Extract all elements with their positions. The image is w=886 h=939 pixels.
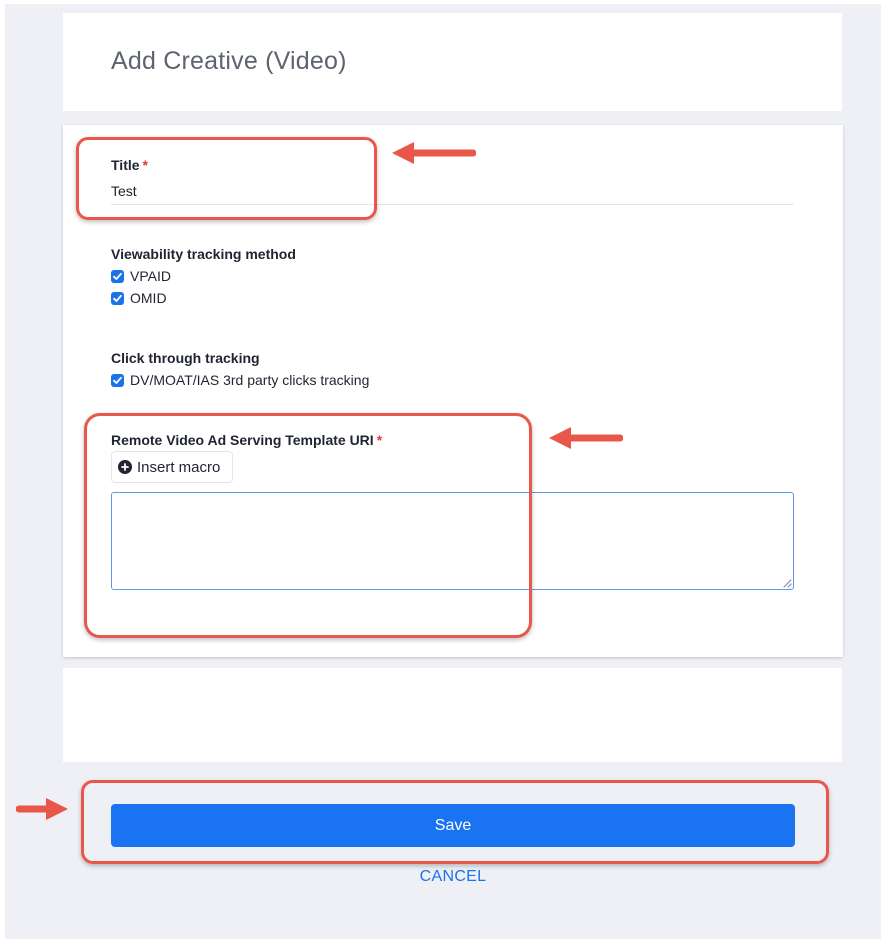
third-party-clicks-label: DV/MOAT/IAS 3rd party clicks tracking [130, 372, 370, 388]
cancel-link[interactable]: CANCEL [0, 868, 886, 886]
checkbox-checked-icon[interactable] [111, 373, 124, 387]
vast-uri-highlight-box [84, 413, 532, 638]
third-party-clicks-checkbox-row[interactable]: DV/MOAT/IAS 3rd party clicks tracking [111, 372, 369, 388]
omid-label: OMID [130, 290, 167, 306]
page-title: Add Creative (Video) [111, 47, 347, 75]
checkbox-checked-icon[interactable] [111, 291, 124, 305]
resize-handle-icon[interactable] [781, 577, 792, 588]
empty-section-card [63, 668, 842, 762]
click-through-label: Click through tracking [111, 350, 260, 366]
checkbox-checked-icon[interactable] [111, 269, 124, 283]
arrow-left-icon [392, 142, 476, 164]
vpaid-label: VPAID [130, 268, 171, 284]
viewability-label: Viewability tracking method [111, 246, 296, 262]
arrow-right-icon [16, 798, 68, 820]
arrow-left-icon [549, 427, 623, 449]
vpaid-checkbox-row[interactable]: VPAID [111, 268, 171, 284]
title-highlight-box [76, 137, 377, 220]
omid-checkbox-row[interactable]: OMID [111, 290, 167, 306]
save-highlight-box [81, 780, 829, 864]
